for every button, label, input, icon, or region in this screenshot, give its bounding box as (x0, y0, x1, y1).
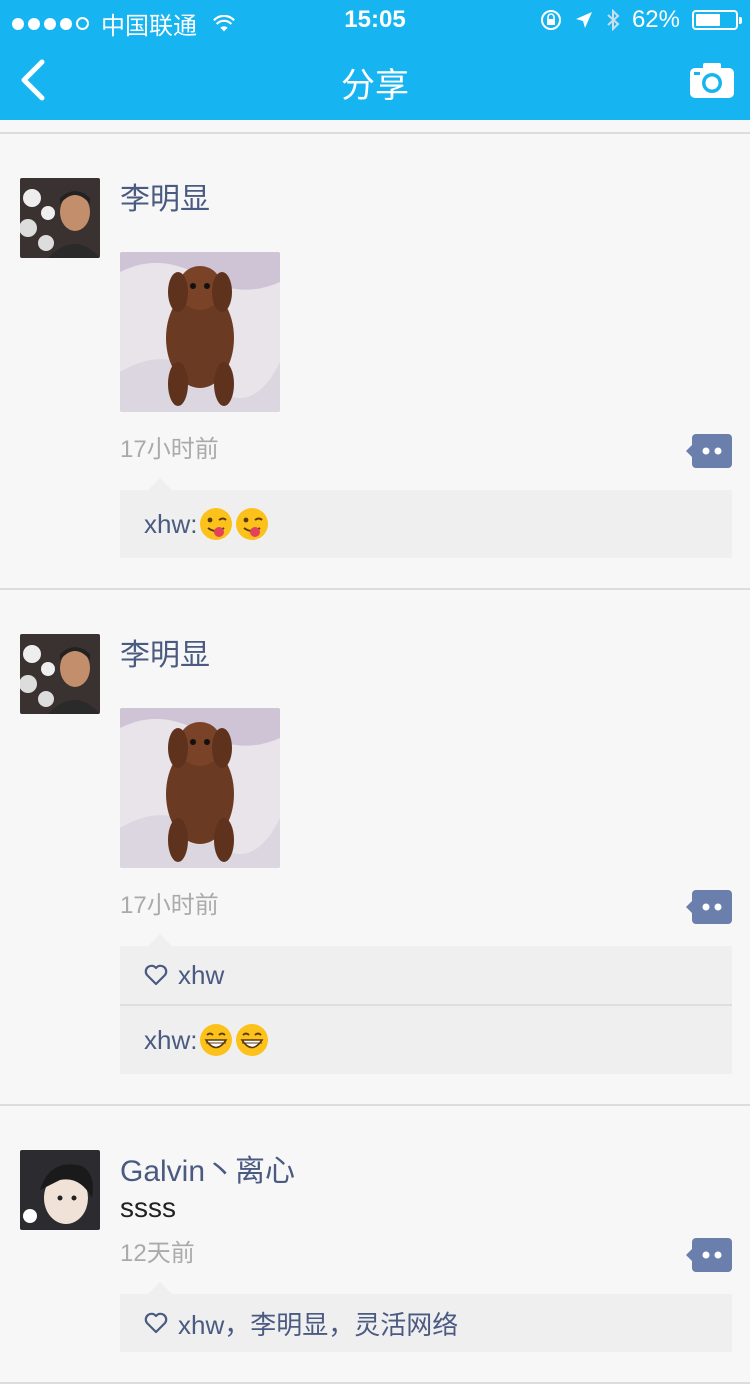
post-timestamp: 12天前 (120, 1240, 195, 1267)
comment-box: xhw: (120, 478, 732, 558)
post-timestamp: 17小时前 (120, 436, 219, 463)
likes-names: xhw，李明显，灵活网络 (178, 1309, 459, 1340)
avatar[interactable] (20, 1150, 100, 1230)
comment-button-icon[interactable] (686, 890, 732, 924)
battery-percent: 62% (631, 6, 680, 33)
feed-post: Galvin丶离心 ssss 12天前 xhw，李明显，灵活网络 (0, 1106, 750, 1382)
winking-tongue-emoji-icon (236, 508, 269, 540)
comment-author: xhw: (144, 508, 198, 539)
rotation-lock-icon (540, 10, 561, 30)
header: 中国联通 15:05 62% 分享 (0, 0, 750, 120)
comment-button-icon[interactable] (686, 434, 732, 468)
heart-icon (144, 1312, 168, 1334)
post-timestamp: 17小时前 (120, 892, 219, 919)
shared-photo[interactable] (120, 252, 280, 412)
battery-icon (692, 10, 742, 30)
comment-row[interactable]: xhw: (120, 1004, 732, 1074)
camera-icon[interactable] (688, 60, 736, 100)
grinning-emoji-icon (200, 1024, 233, 1056)
comment-author: xhw: (144, 1024, 198, 1055)
page-title: 分享 (341, 67, 409, 105)
username[interactable]: 李明显 (120, 174, 732, 226)
bluetooth-icon (607, 9, 620, 31)
share-feed: 李明显 17小时前 xhw: 李明显 17小时前 xhw xhw: Galvin… (0, 120, 750, 1384)
comment-button-icon[interactable] (686, 1238, 732, 1272)
shared-photo[interactable] (120, 708, 280, 868)
heart-icon (144, 964, 168, 986)
avatar[interactable] (20, 634, 100, 714)
feed-post: 李明显 17小时前 (0, 590, 750, 1104)
username[interactable]: 李明显 (120, 630, 732, 682)
feed-post: 李明显 17小时前 (0, 134, 750, 588)
winking-tongue-emoji-icon (200, 508, 233, 540)
nav-bar: 分享 (0, 40, 750, 120)
likes-row[interactable]: xhw，李明显，灵活网络 (120, 1294, 732, 1352)
grinning-emoji-icon (236, 1024, 269, 1056)
comment-box: xhw，李明显，灵活网络 (120, 1282, 732, 1352)
likes-names: xhw (178, 959, 225, 990)
likes-row[interactable]: xhw (120, 946, 732, 1004)
username[interactable]: Galvin丶离心 (120, 1146, 732, 1198)
status-bar: 中国联通 15:05 62% (0, 0, 750, 40)
avatar[interactable] (20, 178, 100, 258)
comment-box: xhw xhw: (120, 934, 732, 1074)
comment-row[interactable]: xhw: (120, 490, 732, 558)
location-arrow-icon (575, 12, 592, 28)
